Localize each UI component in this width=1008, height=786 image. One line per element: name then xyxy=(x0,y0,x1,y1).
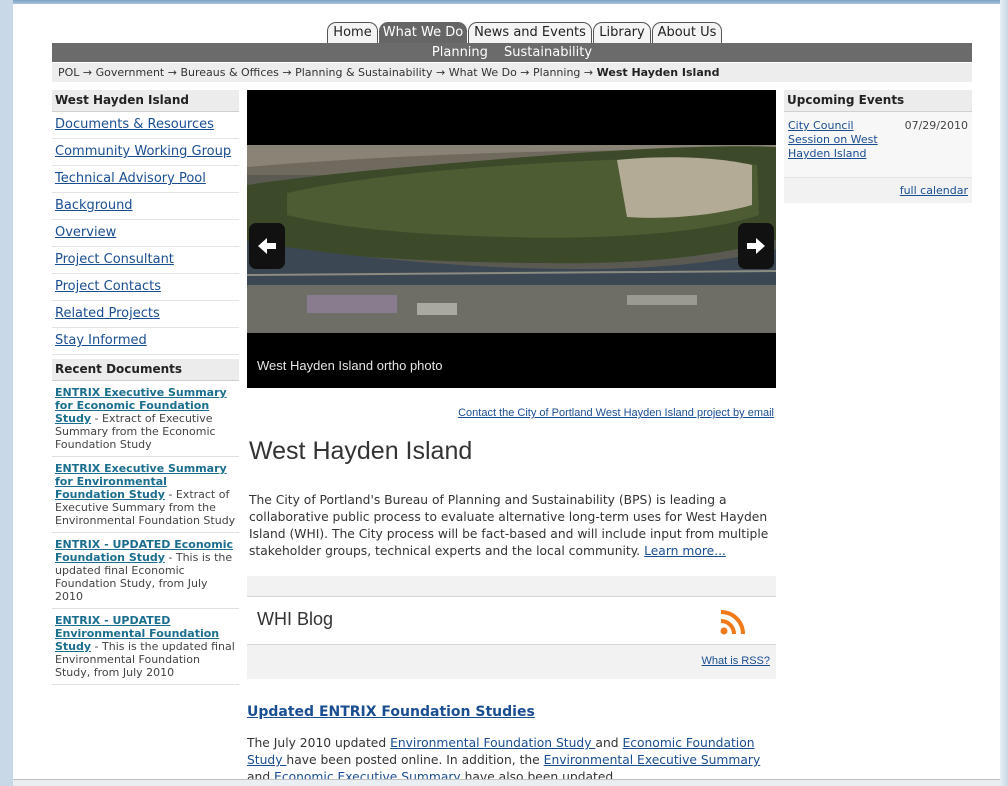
subnav-planning[interactable]: Planning xyxy=(432,45,488,60)
left-arrow-icon xyxy=(258,238,276,254)
upcoming-events-heading: Upcoming Events xyxy=(784,90,972,112)
post-text: The July 2010 updated xyxy=(247,736,391,750)
sidebar-link-project-contacts[interactable]: Project Contacts xyxy=(52,274,239,301)
blog-rss-band: What is RSS? xyxy=(247,645,776,679)
sidebar-link-stay-informed[interactable]: Stay Informed xyxy=(52,328,239,355)
environmental-summary-link[interactable]: Environmental Executive Summary xyxy=(544,753,761,767)
sidebar-link-project-consultant[interactable]: Project Consultant xyxy=(52,247,239,274)
sidebar-heading: West Hayden Island xyxy=(52,90,239,112)
tab-about-us[interactable]: About Us xyxy=(652,22,722,43)
tab-home[interactable]: Home xyxy=(327,22,378,43)
rss-icon[interactable] xyxy=(720,609,746,635)
sidebar-link-community-working-group[interactable]: Community Working Group xyxy=(52,139,239,166)
tab-library[interactable]: Library xyxy=(593,22,651,43)
sub-nav: Planning Sustainability xyxy=(52,43,972,62)
breadcrumb: POL → Government → Bureaus & Offices → P… xyxy=(52,63,972,82)
left-sidebar: West Hayden Island Documents & Resources… xyxy=(52,90,239,685)
sidebar-link-overview[interactable]: Overview xyxy=(52,220,239,247)
right-arrow-icon xyxy=(747,238,765,254)
slideshow-caption: West Hayden Island ortho photo xyxy=(257,358,443,373)
photo-slideshow: West Hayden Island ortho photo xyxy=(247,90,776,388)
recent-doc-item: ENTRIX Executive Summary for Environment… xyxy=(52,457,239,533)
blog-title: WHI Blog xyxy=(257,609,334,629)
recent-doc-item: ENTRIX Executive Summary for Economic Fo… xyxy=(52,381,239,457)
subnav-sustainability[interactable]: Sustainability xyxy=(504,45,592,60)
sidebar-link-technical-advisory-pool[interactable]: Technical Advisory Pool xyxy=(52,166,239,193)
learn-more-link[interactable]: Learn more... xyxy=(644,544,726,558)
full-calendar-link[interactable]: full calendar xyxy=(900,184,968,197)
what-is-rss-link[interactable]: What is RSS? xyxy=(702,655,770,667)
slideshow-next[interactable] xyxy=(738,223,774,269)
recent-doc-item: ENTRIX - UPDATED Environmental Foundatio… xyxy=(52,609,239,685)
recent-doc-item: ENTRIX - UPDATED Economic Foundation Stu… xyxy=(52,533,239,609)
contact-email-link[interactable]: Contact the City of Portland West Hayden… xyxy=(458,407,774,419)
full-calendar-row: full calendar xyxy=(784,178,972,203)
page-title: West Hayden Island xyxy=(249,437,473,465)
main-content: West Hayden Island ortho photo Contact t… xyxy=(247,90,776,784)
window-bottom-edge xyxy=(13,779,1008,786)
aerial-photo xyxy=(247,145,776,333)
sidebar-link-documents-resources[interactable]: Documents & Resources xyxy=(52,112,239,139)
event-date: 07/29/2010 xyxy=(904,119,968,132)
browser-page: Home What We Do News and Events Library … xyxy=(13,0,1008,786)
blog-post-title[interactable]: Updated ENTRIX Foundation Studies xyxy=(247,704,535,720)
event-link[interactable]: City Council Session on West Hayden Isla… xyxy=(788,119,888,161)
blog-top-band xyxy=(247,576,776,597)
recent-documents-heading: Recent Documents xyxy=(52,359,239,381)
post-text: and xyxy=(595,736,623,750)
sidebar-link-background[interactable]: Background xyxy=(52,193,239,220)
blog-header: WHI Blog xyxy=(247,597,776,645)
right-sidebar: Upcoming Events City Council Session on … xyxy=(784,90,972,203)
breadcrumb-current: West Hayden Island xyxy=(596,66,720,79)
sidebar-link-related-projects[interactable]: Related Projects xyxy=(52,301,239,328)
tab-news-and-events[interactable]: News and Events xyxy=(468,22,592,43)
slideshow-prev[interactable] xyxy=(249,223,285,269)
event-item: City Council Session on West Hayden Isla… xyxy=(784,112,972,178)
intro-paragraph: The City of Portland's Bureau of Plannin… xyxy=(249,492,775,560)
environmental-study-link[interactable]: Environmental Foundation Study xyxy=(390,736,595,750)
breadcrumb-trail[interactable]: POL → Government → Bureaus & Offices → P… xyxy=(58,66,593,79)
post-text: have been posted online. In addition, th… xyxy=(286,753,544,767)
tab-what-we-do[interactable]: What We Do xyxy=(379,22,467,43)
window-top-border xyxy=(13,0,1008,4)
window-right-edge xyxy=(1000,0,1008,786)
